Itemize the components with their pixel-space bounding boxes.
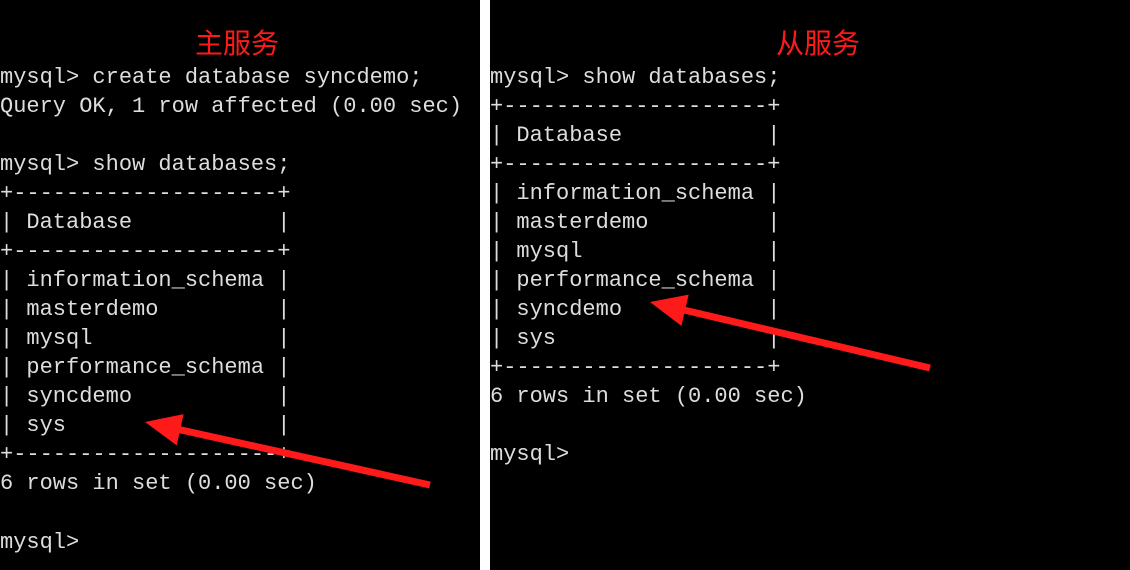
terminal-line: +--------------------+ <box>490 150 1130 179</box>
terminal-line: | performance_schema | <box>0 353 480 382</box>
terminal-line: +--------------------+ <box>0 179 480 208</box>
slave-terminal[interactable]: mysql> show databases;+-----------------… <box>490 0 1130 570</box>
terminal-line: +--------------------+ <box>0 440 480 469</box>
master-service-label: 主服务 <box>195 22 279 62</box>
terminal-line: | mysql | <box>490 237 1130 266</box>
master-terminal[interactable]: mysql> create database syncdemo;Query OK… <box>0 0 480 570</box>
terminal-line: +--------------------+ <box>0 237 480 266</box>
terminal-line <box>0 499 480 528</box>
terminal-line: Query OK, 1 row affected (0.00 sec) <box>0 92 480 121</box>
terminal-line <box>490 411 1130 440</box>
terminal-line: | Database | <box>490 121 1130 150</box>
terminal-line: | mysql | <box>0 324 480 353</box>
terminal-line: | sys | <box>490 324 1130 353</box>
terminal-line: | masterdemo | <box>0 295 480 324</box>
terminal-line: 6 rows in set (0.00 sec) <box>0 469 480 498</box>
terminal-line: 6 rows in set (0.00 sec) <box>490 382 1130 411</box>
slave-service-label: 从服务 <box>776 22 860 62</box>
terminal-line: mysql> <box>490 440 1130 469</box>
terminal-line: | Database | <box>0 208 480 237</box>
terminal-line <box>0 121 480 150</box>
terminal-line: mysql> show databases; <box>490 63 1130 92</box>
terminal-line: +--------------------+ <box>490 92 1130 121</box>
terminal-line: | syncdemo | <box>490 295 1130 324</box>
terminal-line: mysql> show databases; <box>0 150 480 179</box>
terminal-line: | information_schema | <box>0 266 480 295</box>
terminal-line: mysql> <box>0 528 480 557</box>
terminal-line: | sys | <box>0 411 480 440</box>
terminal-line: | information_schema | <box>490 179 1130 208</box>
terminal-line: mysql> create database syncdemo; <box>0 63 480 92</box>
terminal-line: | masterdemo | <box>490 208 1130 237</box>
terminal-line: | performance_schema | <box>490 266 1130 295</box>
terminal-line: | syncdemo | <box>0 382 480 411</box>
terminal-line: +--------------------+ <box>490 353 1130 382</box>
